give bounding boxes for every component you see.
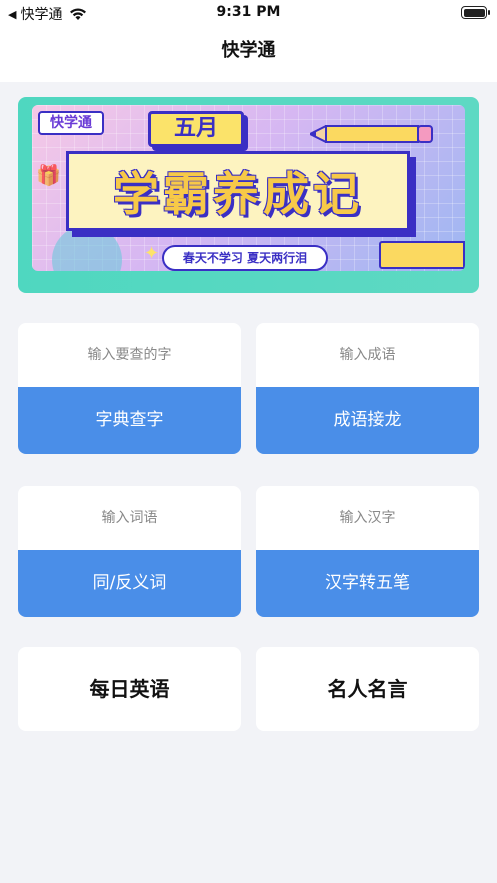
banner-title: 学霸养成记	[113, 167, 363, 221]
wubi-card: 输入汉字 汉字转五笔	[256, 486, 479, 617]
pencil-icon	[310, 125, 433, 143]
battery-icon	[461, 6, 490, 19]
book-decoration	[379, 241, 465, 269]
famous-quotes-card[interactable]: 名人名言	[256, 647, 479, 731]
status-bar: ◀ 快学通 9:31 PM	[0, 0, 497, 26]
banner-slogan: 春天不学习 夏天两行泪	[162, 245, 328, 271]
synonym-card: 输入词语 同/反义词	[18, 486, 241, 617]
dictionary-input[interactable]: 输入要查的字	[18, 323, 241, 387]
idiom-chain-button[interactable]: 成语接龙	[256, 387, 479, 454]
hanzi-input[interactable]: 输入汉字	[256, 486, 479, 550]
banner-artwork: 🎁 快学通 五月 学霸养成记 ✦ 春天不学习 夏天两行泪	[32, 105, 465, 271]
daily-english-card[interactable]: 每日英语	[18, 647, 241, 731]
gift-icon: 🎁	[36, 163, 61, 187]
banner-title-board: 学霸养成记	[66, 151, 410, 231]
synonym-antonym-button[interactable]: 同/反义词	[18, 550, 241, 617]
banner-month-tag: 五月	[148, 111, 244, 147]
sparkle-icon: ✦	[144, 243, 160, 264]
idiom-input[interactable]: 输入成语	[256, 323, 479, 387]
famous-quotes-label: 名人名言	[327, 677, 408, 701]
navigation-bar: 快学通	[0, 26, 497, 82]
banner-brand-tag: 快学通	[38, 111, 104, 135]
hanzi-to-wubi-button[interactable]: 汉字转五笔	[256, 550, 479, 617]
word-input[interactable]: 输入词语	[18, 486, 241, 550]
daily-english-label: 每日英语	[89, 677, 170, 701]
dictionary-button[interactable]: 字典查字	[18, 387, 241, 454]
dictionary-card: 输入要查的字 字典查字	[18, 323, 241, 454]
idiom-card: 输入成语 成语接龙	[256, 323, 479, 454]
status-time: 9:31 PM	[216, 4, 281, 20]
page-title: 快学通	[221, 40, 276, 61]
promo-banner[interactable]: 🎁 快学通 五月 学霸养成记 ✦ 春天不学习 夏天两行泪	[18, 97, 479, 293]
